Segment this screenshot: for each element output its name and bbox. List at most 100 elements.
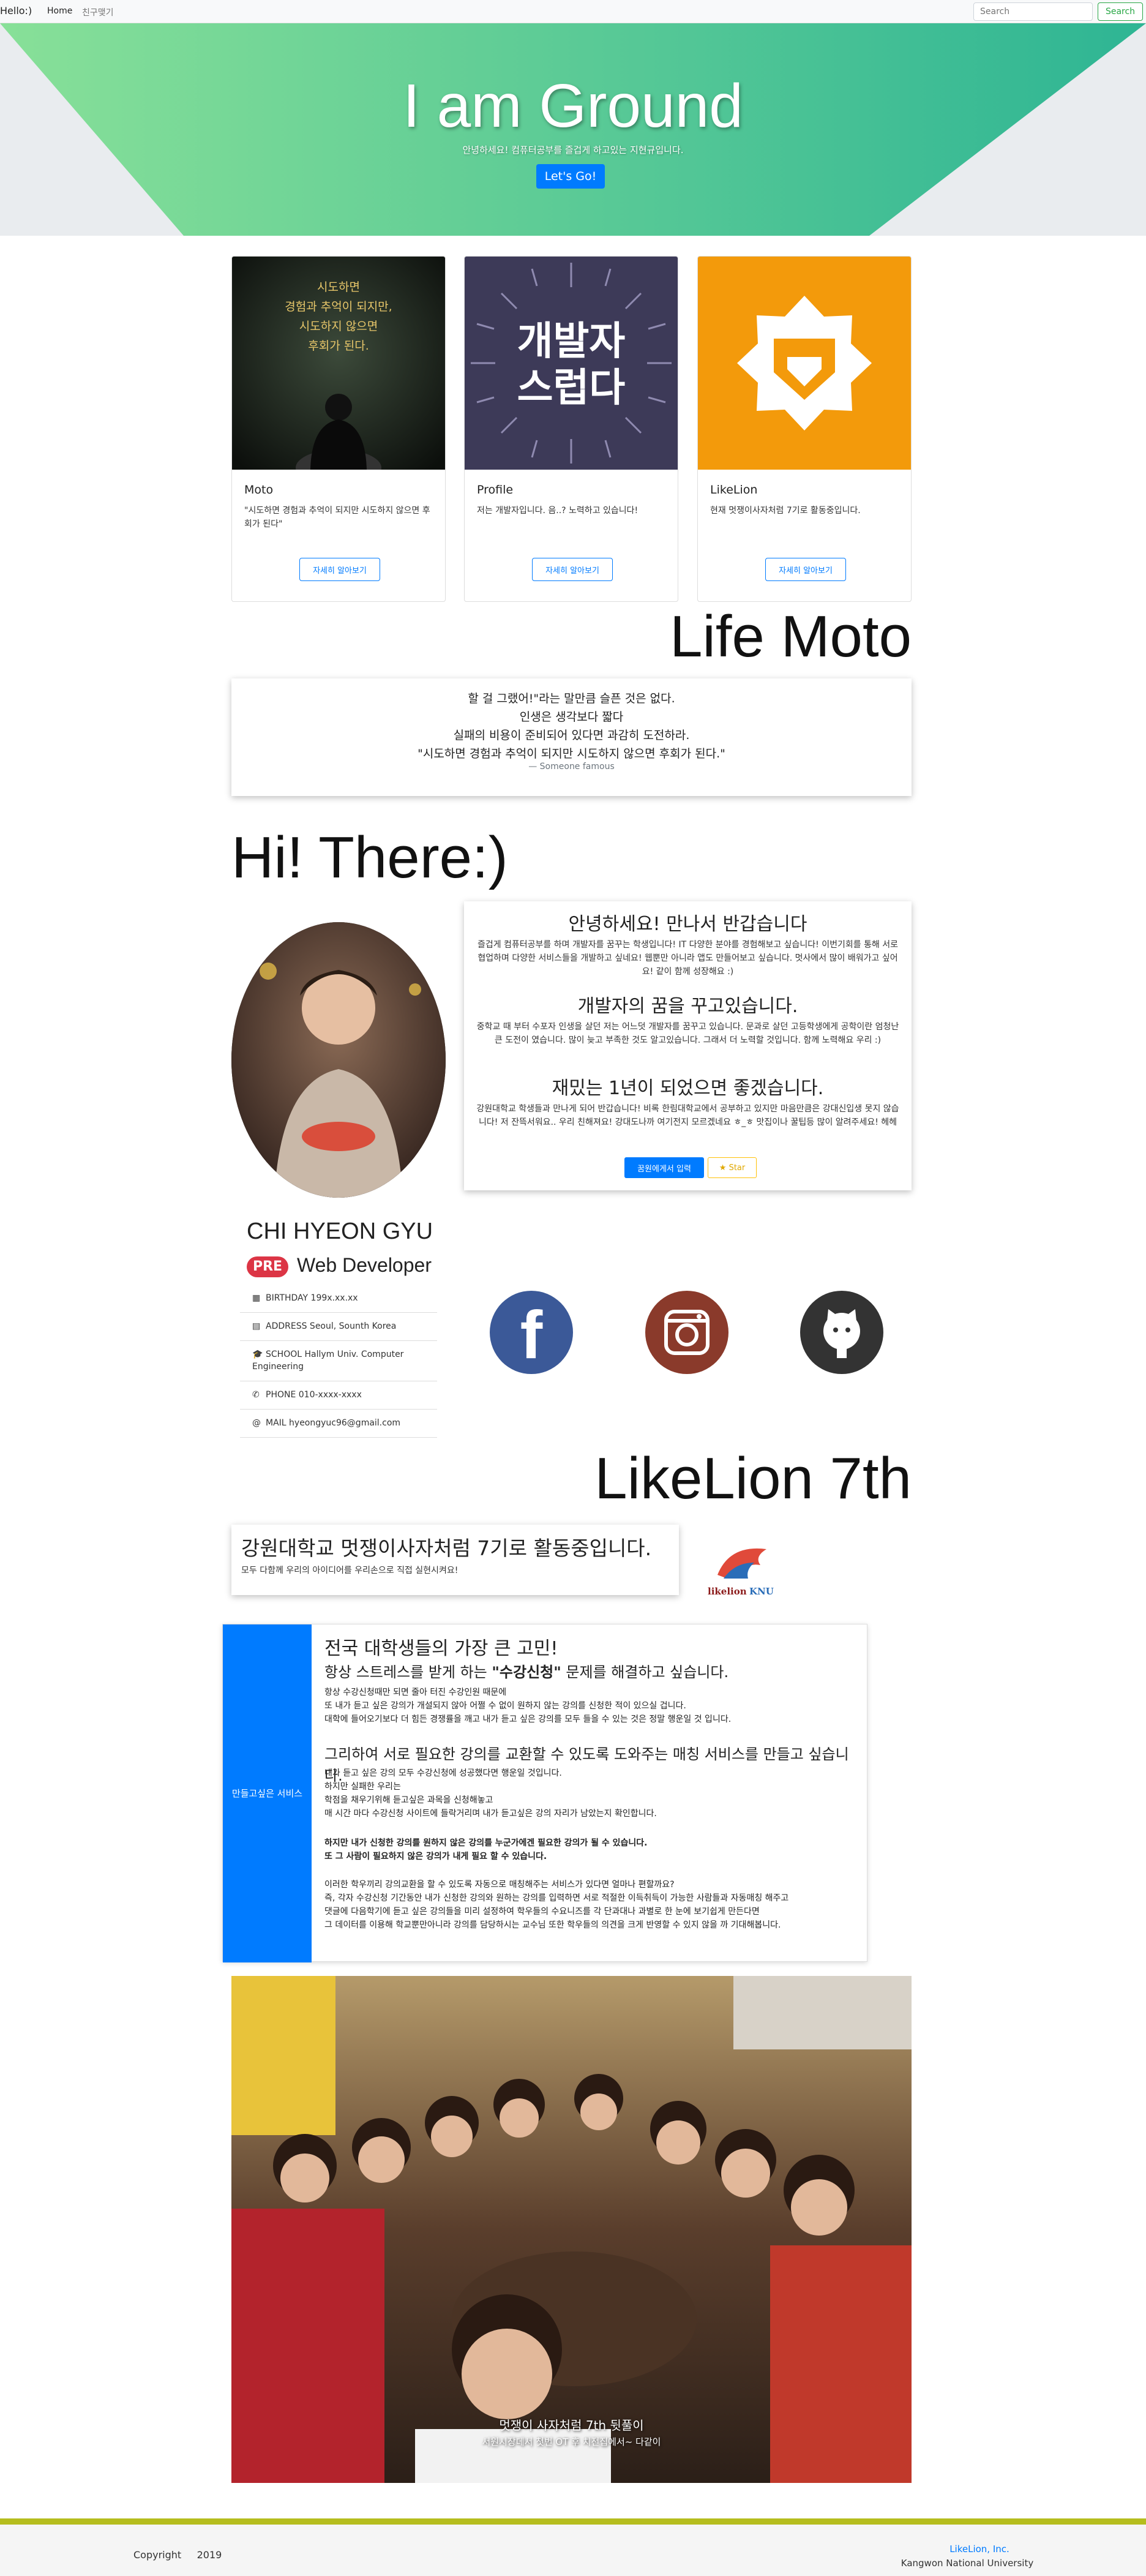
service-line: 내가 듣고 싶은 강의 모두 수강신청에 성공했다면 행운일 것입니다. [324, 1768, 562, 1778]
learn-more-button[interactable]: 자세히 알아보기 [532, 558, 613, 581]
hero-title: I am Ground [403, 72, 743, 140]
card-title: LikeLion [710, 483, 758, 497]
service-subtitle: 항상 스트레스를 받게 하는 "수강신청" 문제를 해결하고 싶습니다. [324, 1660, 728, 1681]
service-para2: 내가 듣고 싶은 강의 모두 수강신청에 성공했다면 행운일 것입니다. 하지만… [324, 1767, 657, 1820]
service-subtitle-pre: 항상 스트레스를 받게 하는 [324, 1664, 492, 1681]
info-text: ADDRESS Seoul, Sounth Korea [266, 1321, 397, 1331]
life-moto-quote: 할 걸 그랬어!"라는 말만큼 슬픈 것은 없다. 인생은 생각보다 짧다 실패… [231, 678, 912, 796]
apply-button[interactable]: 꿈원에게서 입력 [624, 1157, 704, 1178]
star-button[interactable]: ★ Star [708, 1157, 757, 1178]
profile-image: 개발자 스럽다 [465, 257, 678, 470]
group-photo: 멋쟁이 사자처럼 7th 뒷풀이 서원시장데서 첫번 OT 후 치전집에서~ 다… [231, 1976, 912, 2483]
quote-footer: — Someone famous [528, 762, 615, 772]
hero-subtitle: 안녕하세요! 컴퓨터공부를 즐겁게 하고있는 지현규입니다. [462, 145, 684, 156]
service-line: 이러한 학우끼리 강의교환을 할 수 있도록 자동으로 매칭해주는 서비스가 있… [324, 1880, 675, 1890]
service-para1: 항상 수강신청때만 되면 줄아 터진 수강인원 때문에 또 내가 듣고 싶은 강… [324, 1686, 731, 1726]
instagram-icon[interactable] [645, 1291, 728, 1374]
likelion-logo-text: likelion [708, 1586, 747, 1597]
star-label: Star [728, 1163, 746, 1173]
intro-heading: 안녕하세요! 만나서 반갑습니다 [568, 914, 807, 935]
facebook-icon[interactable]: f [490, 1291, 573, 1374]
card-text: 저는 개발자입니다. 음..? 노력하고 있습니다! [477, 506, 639, 516]
pre-badge: PRE [247, 1256, 288, 1277]
likelion-title: 강원대학교 멋쟁이사자처럼 7기로 활동중입니다. [241, 1536, 652, 1560]
footer-copyright: Copyright 2019 [133, 2549, 222, 2561]
footer-accent-line [0, 2518, 1146, 2525]
card-text: 현재 멋쟁이사자처럼 7기로 활동중입니다. [710, 506, 861, 516]
service-subtitle-bold: "수강신청" [492, 1664, 561, 1681]
learn-more-button[interactable]: 자세히 알아보기 [299, 558, 380, 581]
quote-line: 할 걸 그랬어!"라는 말만큼 슬픈 것은 없다. [468, 692, 675, 705]
service-line: 매 시간 마다 수강신청 사이트에 들락거리며 내가 듣고싶은 강의 자리가 남… [324, 1809, 657, 1819]
group-photo-image [231, 1976, 912, 2483]
calendar-icon: ▦ [252, 1293, 261, 1303]
github-icon[interactable] [800, 1291, 883, 1374]
service-line: 댓글에 다음학기에 듣고 싶은 강의들을 미리 설정하여 학우들의 수요니즈를 … [324, 1907, 760, 1917]
nav-link-friends[interactable]: 친구맺기 [82, 6, 114, 18]
phone-icon: ✆ [252, 1390, 260, 1400]
service-subtitle-post: 문제를 해결하고 싶습니다. [561, 1664, 729, 1681]
service-line: 즉, 각자 수강신청 기간동안 내가 신청한 강의와 원하는 강의를 입력하면 … [324, 1893, 789, 1903]
likelion-heading: LikeLion 7th [594, 1446, 912, 1511]
quote-line: 인생은 생각보다 짧다 [519, 710, 624, 724]
intro-heading: 개발자의 꿈을 꾸고있습니다. [577, 996, 798, 1017]
moto-image: 시도하면 경험과 추억이 되지만, 시도하지 않으면 후회가 된다. [232, 257, 445, 470]
profile-image-line: 스럽다 [517, 366, 626, 411]
service-bold: 하지만 내가 신청한 강의를 원하지 않은 강의를 누군가에겐 필요한 강의가 … [324, 1836, 648, 1863]
card-title: Profile [477, 483, 514, 497]
navbar: Hello:) Home 친구맺기 Search [0, 0, 1146, 23]
nav-link-home[interactable]: Home [47, 6, 72, 16]
likelion-card: 강원대학교 멋쟁이사자처럼 7기로 활동중입니다. 모두 다함께 우리의 아이디… [231, 1525, 679, 1595]
card-moto: 시도하면 경험과 추억이 되지만, 시도하지 않으면 후회가 된다. Moto … [231, 256, 446, 602]
moto-image-line: 시도하지 않으면 [299, 320, 378, 333]
profile-info-list: ▦ BIRTHDAY 199x.xx.xx ▤ ADDRESS Seoul, Sou… [240, 1285, 437, 1438]
info-address: ▤ ADDRESS Seoul, Sounth Korea [240, 1313, 437, 1341]
service-sidebar: 만들고싶은 서비스 [223, 1624, 312, 1962]
brand-logo[interactable]: Hello:) [0, 5, 32, 17]
likelion-subtitle: 모두 다함께 우리의 아이디어를 우리손으로 직접 실현시켜요! [241, 1566, 459, 1575]
service-line: 그 데이터를 이용해 학교뿐만아니라 강의를 담당하시는 교수님 또한 학우들의… [324, 1920, 781, 1930]
service-line: 또 그 사람이 필요하지 않은 강의가 내게 필요 할 수 있습니다. [324, 1852, 547, 1861]
profile-image-line: 개발자 [517, 319, 626, 364]
intro-text: 즐겁게 컴퓨터공부를 하며 개발자를 꿈꾸는 학생입니다! IT 다양한 분야를… [477, 940, 899, 977]
service-line: 항상 수강신청때만 되면 줄아 터진 수강인원 때문에 [324, 1688, 507, 1697]
photo-caption: 멋쟁이 사자처럼 7th 뒷풀이 [499, 2418, 644, 2433]
service-side-label: 만들고싶은 서비스 [231, 1788, 303, 1799]
info-text: PHONE 010-xxxx-xxxx [266, 1390, 362, 1400]
moto-image-line: 후회가 된다. [308, 339, 369, 353]
search-input[interactable] [973, 2, 1093, 21]
facebook-glyph: f [520, 1297, 543, 1373]
mail-icon: @ [252, 1418, 261, 1428]
info-mail: @ MAIL hyeongyuc96@gmail.com [240, 1410, 437, 1438]
quote-line: 실패의 비용이 준비되어 있다면 과감히 도전하라. [453, 729, 690, 742]
info-birthday: ▦ BIRTHDAY 199x.xx.xx [240, 1285, 437, 1313]
search-button[interactable]: Search [1098, 2, 1143, 21]
info-text: MAIL hyeongyuc96@gmail.com [266, 1418, 401, 1428]
info-text: SCHOOL Hallym Univ. Computer Engineering [252, 1350, 404, 1372]
hi-there-heading: Hi! There:) [231, 825, 508, 890]
intro-heading: 재밌는 1년이 되었으면 좋겠습니다. [552, 1078, 824, 1099]
intro-text: 강원대학교 학생들과 만나게 되어 반갑습니다! 비록 한림대학교에서 공부하고… [476, 1104, 899, 1127]
profile-role: Web Developer [297, 1254, 432, 1276]
card-likelion: LikeLion 현재 멋쟁이사자처럼 7기로 활동중입니다. 자세히 알아보기 [697, 256, 912, 602]
service-line: 하지만 실패한 우리는 [324, 1782, 401, 1792]
address-icon: ▤ [252, 1321, 261, 1331]
service-card: 만들고싶은 서비스 전국 대학생들의 가장 큰 고민! 항상 스트레스를 받게 … [222, 1624, 867, 1962]
footer: Copyright 2019 LikeLion, Inc. Kangwon Na… [0, 2525, 1146, 2576]
quote-line: "시도하면 경험과 추억이 되지만 시도하지 않으면 후회가 된다." [418, 747, 725, 760]
learn-more-button[interactable]: 자세히 알아보기 [765, 558, 846, 581]
lion-logo-icon [698, 257, 911, 470]
likelion-logo-suffix: KNU [749, 1586, 774, 1597]
service-line: 하지만 내가 신청한 강의를 원하지 않은 강의를 누군가에겐 필요한 강의가 … [324, 1838, 648, 1848]
footer-company[interactable]: LikeLion, Inc. [931, 2544, 1028, 2555]
profile-name: CHI HYEON GYU [247, 1219, 433, 1244]
star-icon: ★ [719, 1163, 729, 1173]
lets-go-button[interactable]: Let's Go! [536, 164, 605, 189]
service-para3: 이러한 학우끼리 강의교환을 할 수 있도록 자동으로 매칭해주는 서비스가 있… [324, 1878, 788, 1932]
service-line: 또 내가 듣고 싶은 강의가 개설되지 않아 어쩔 수 없이 원하지 않는 강의… [324, 1701, 686, 1711]
service-line: 학점을 채우기위해 듣고싶은 과목을 신청해놓고 [324, 1795, 493, 1805]
footer-copyright-label: Copyright [133, 2549, 182, 2561]
intro-card: 안녕하세요! 만나서 반갑습니다 즐겁게 컴퓨터공부를 하며 개발자를 꿈꾸는 … [464, 901, 912, 1190]
hero-jumbotron: I am Ground 안녕하세요! 컴퓨터공부를 즐겁게 하고있는 지현규입니… [0, 23, 1146, 236]
photo-subcaption: 서원시장데서 첫번 OT 후 치전집에서~ 다같이 [482, 2436, 661, 2447]
